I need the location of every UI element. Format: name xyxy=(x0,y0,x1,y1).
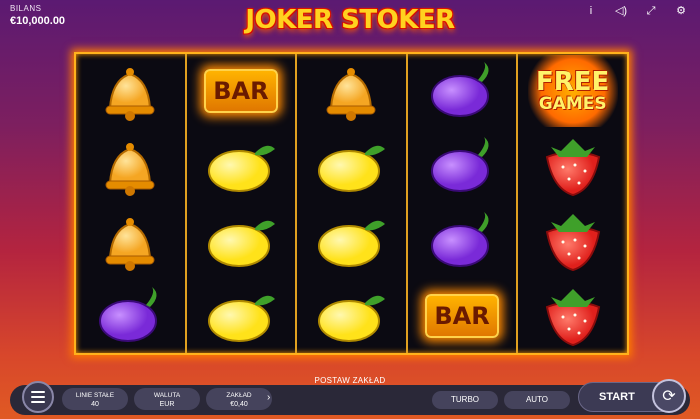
bell-icon xyxy=(105,143,155,197)
games-text: GAMES xyxy=(538,94,607,115)
bar-text: BAR xyxy=(434,301,490,330)
auto-button[interactable]: AUTO xyxy=(504,391,570,409)
start-label: START xyxy=(599,391,635,403)
bell-icon xyxy=(326,68,376,122)
currency-value: EUR xyxy=(159,401,175,408)
plum-icon xyxy=(431,211,490,267)
symbol-bell xyxy=(306,56,396,126)
symbol-bell xyxy=(85,131,175,201)
reel-1 xyxy=(76,54,187,353)
strawberry-icon xyxy=(545,213,600,271)
bar-symbol: BAR xyxy=(425,293,500,338)
symbol-strawberry xyxy=(528,206,618,276)
balance-display: BILANS €10,000.00 xyxy=(10,4,65,27)
plum-icon xyxy=(99,286,158,342)
lines-value: 40 xyxy=(91,401,99,408)
free-games-symbol: FREE GAMES xyxy=(527,55,618,128)
plum-icon xyxy=(431,62,490,118)
settings-icon[interactable]: ⚙ xyxy=(674,4,688,18)
menu-icon xyxy=(31,391,45,393)
bar-text: BAR xyxy=(213,77,269,106)
lines-pill: LINIE STAŁE 40 xyxy=(62,388,128,410)
symbol-lemon xyxy=(196,206,286,276)
lemon-icon xyxy=(207,295,275,342)
bell-icon xyxy=(105,217,155,271)
bet-value: €0,40 xyxy=(230,401,248,408)
fullscreen-icon[interactable]: ⤢ xyxy=(644,4,658,18)
free-text: FREE xyxy=(536,67,610,98)
strawberry-icon xyxy=(545,139,600,197)
strawberry-icon xyxy=(545,288,600,346)
symbol-bar: BAR xyxy=(417,281,507,351)
symbol-lemon xyxy=(196,281,286,351)
symbol-bell xyxy=(85,56,175,126)
game-logo: JOKER STOKER xyxy=(245,5,455,35)
sound-icon[interactable]: ◁) xyxy=(614,4,628,18)
reels-area: BAR BAR FREE GAMES xyxy=(74,52,629,355)
symbol-strawberry xyxy=(528,281,618,351)
reel-2: BAR xyxy=(187,54,298,353)
lemon-icon xyxy=(318,220,386,267)
balance-value: €10,000.00 xyxy=(10,15,66,27)
symbol-plum xyxy=(417,206,507,276)
symbol-strawberry xyxy=(528,131,618,201)
currency-label: WALUTA xyxy=(153,392,181,399)
lemon-icon xyxy=(318,145,386,193)
info-icon[interactable]: i xyxy=(584,4,598,18)
top-icons: i ◁) ⤢ ⚙ xyxy=(584,4,688,18)
bet-arrow-icon[interactable]: › xyxy=(267,392,270,403)
reel-3 xyxy=(297,54,408,353)
symbol-plum xyxy=(85,281,175,351)
symbol-lemon xyxy=(306,281,396,351)
symbol-lemon xyxy=(306,131,396,201)
lines-label: LINIE STAŁE xyxy=(75,392,115,399)
balance-label: BILANS xyxy=(10,4,42,13)
currency-pill: WALUTA EUR xyxy=(134,388,200,410)
bar-symbol: BAR xyxy=(203,69,278,114)
spin-icon[interactable]: ⟳ xyxy=(652,379,686,413)
bet-pill[interactable]: ZAKŁAD €0,40 xyxy=(206,388,272,410)
symbol-bar: BAR xyxy=(196,56,286,126)
symbol-free-games: FREE GAMES xyxy=(527,55,618,128)
lemon-icon xyxy=(318,295,386,342)
bet-label: ZAKŁAD xyxy=(226,392,252,399)
bell-icon xyxy=(105,68,155,122)
turbo-button[interactable]: TURBO xyxy=(432,391,498,409)
symbol-plum xyxy=(417,56,507,126)
reel-5: FREE GAMES xyxy=(518,54,627,353)
reel-4: BAR xyxy=(408,54,519,353)
lemon-icon xyxy=(207,220,275,267)
plum-icon xyxy=(431,137,490,193)
symbol-lemon xyxy=(306,206,396,276)
symbol-lemon xyxy=(196,131,286,201)
symbol-plum xyxy=(417,131,507,201)
menu-button[interactable] xyxy=(22,381,54,413)
lemon-icon xyxy=(207,145,275,193)
symbol-bell xyxy=(85,206,175,276)
